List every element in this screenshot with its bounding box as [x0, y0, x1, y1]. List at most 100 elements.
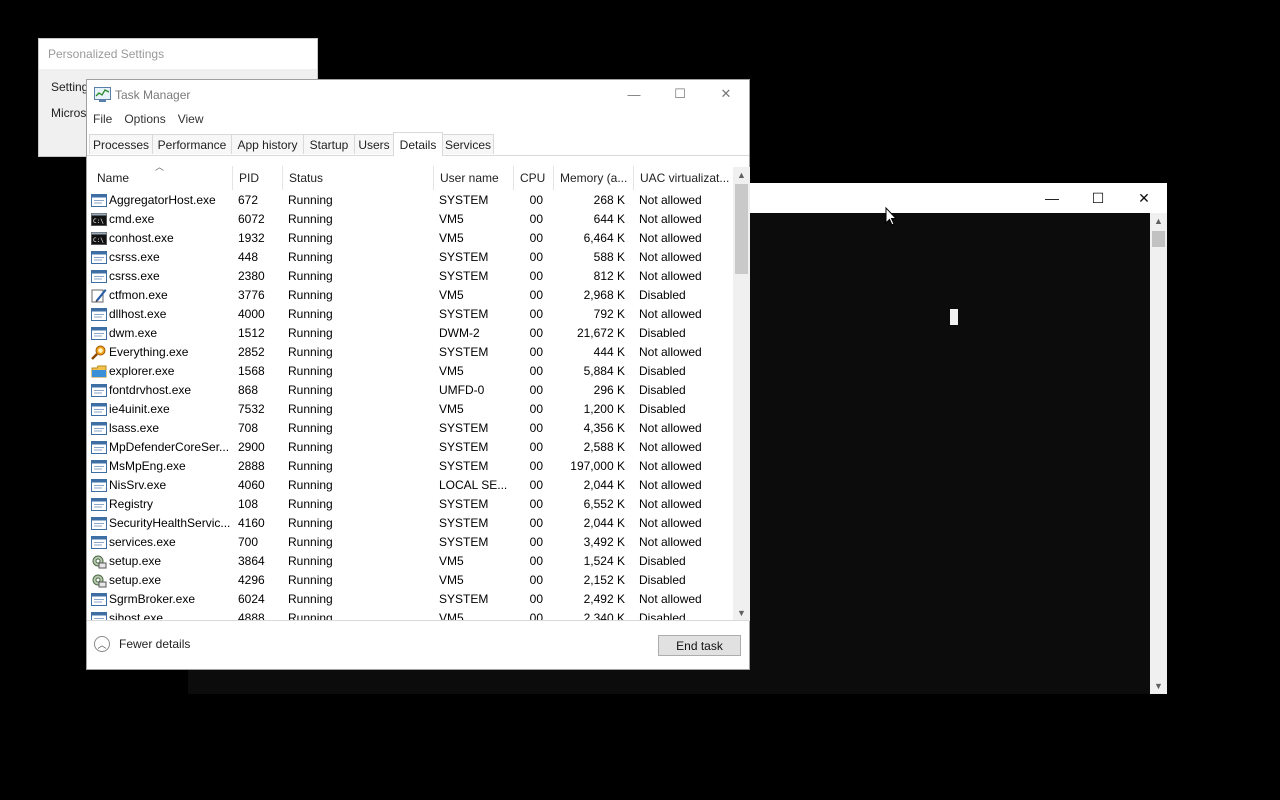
menu-file[interactable]: File	[87, 110, 118, 130]
table-row[interactable]: C:\ conhost.exe 1932 Running VM5 00 6,464 K Not…	[87, 229, 733, 248]
tab-processes[interactable]: Processes	[89, 134, 153, 154]
column-header-uac-virtualization[interactable]: UAC virtualizat...	[634, 166, 733, 190]
table-row[interactable]: Everything.exe 2852 Running SYSTEM 00 444 K No…	[87, 343, 733, 362]
process-user-name: SYSTEM	[439, 193, 489, 207]
scroll-down-arrow-icon[interactable]: ▼	[733, 605, 750, 621]
table-row[interactable]: fontdrvhost.exe 868 Running UMFD-0 00 296 K Di…	[87, 381, 733, 400]
table-row[interactable]: NisSrv.exe 4060 Running LOCAL SE... 00 2,044 …	[87, 476, 733, 495]
process-uac-virtualization: Disabled	[639, 326, 686, 340]
column-header-pid[interactable]: PID	[233, 166, 283, 190]
details-scroll-thumb[interactable]	[735, 184, 748, 274]
console-close-button[interactable]: ✕	[1121, 183, 1167, 213]
table-row[interactable]: SecurityHealthServic... 4160 Running SYSTEM…	[87, 514, 733, 533]
table-row[interactable]: csrss.exe 2380 Running SYSTEM 00 812 K Not all…	[87, 267, 733, 286]
process-cpu: 00	[529, 592, 543, 606]
details-process-list[interactable]: AggregatorHost.exe 672 Running SYSTEM 00 268 …	[87, 191, 733, 620]
process-status: Running	[288, 497, 333, 511]
process-cpu: 00	[529, 440, 543, 454]
menu-view[interactable]: View	[172, 110, 210, 130]
table-row[interactable]: sihost.exe 4888 Running VM5 00 2,340 K Disable…	[87, 609, 733, 620]
process-uac-virtualization: Not allowed	[639, 269, 702, 283]
tab-app-history[interactable]: App history	[231, 134, 304, 154]
tab-performance[interactable]: Performance	[152, 134, 232, 154]
table-row[interactable]: lsass.exe 708 Running SYSTEM 00 4,356 K Not al…	[87, 419, 733, 438]
table-row[interactable]: csrss.exe 448 Running SYSTEM 00 588 K Not allo…	[87, 248, 733, 267]
table-row[interactable]: ie4uinit.exe 7532 Running VM5 00 1,200 K Disab…	[87, 400, 733, 419]
process-cpu: 00	[529, 326, 543, 340]
tab-details[interactable]: Details	[393, 132, 443, 156]
process-name: setup.exe	[109, 573, 162, 587]
process-name: lsass.exe	[109, 421, 160, 435]
process-status: Running	[288, 478, 333, 492]
process-name: Everything.exe	[109, 345, 189, 359]
process-pid: 448	[238, 250, 259, 264]
process-memory: 1,524 K	[583, 554, 625, 568]
process-name: Registry	[109, 497, 154, 511]
process-memory: 588 K	[593, 250, 625, 264]
process-pid: 108	[238, 497, 259, 511]
column-header-status[interactable]: Status	[283, 166, 434, 190]
task-manager-maximize-button[interactable]: ☐	[657, 80, 703, 108]
task-manager-close-button[interactable]: ✕	[703, 80, 749, 108]
process-pid: 672	[238, 193, 259, 207]
process-uac-virtualization: Not allowed	[639, 345, 702, 359]
process-status: Running	[288, 402, 333, 416]
table-row[interactable]: Registry 108 Running SYSTEM 00 6,552 K Not all…	[87, 495, 733, 514]
generic-exe-icon	[91, 440, 107, 455]
console-scroll-down-arrow[interactable]: ▼	[1150, 678, 1167, 694]
console-scrollbar[interactable]: ▲ ▼	[1150, 213, 1167, 694]
task-manager-window[interactable]: Task Manager — ☐ ✕ File Options View Pro…	[86, 79, 750, 670]
process-name: sihost.exe	[109, 611, 164, 620]
process-memory: 6,552 K	[583, 497, 625, 511]
process-user-name: SYSTEM	[439, 497, 489, 511]
console-icon: C:\	[91, 212, 107, 227]
console-scroll-up-arrow[interactable]: ▲	[1150, 213, 1167, 229]
process-status: Running	[288, 421, 333, 435]
tab-users[interactable]: Users	[354, 134, 394, 154]
scroll-up-arrow-icon[interactable]: ▲	[733, 167, 750, 183]
table-row[interactable]: setup.exe 3864 Running VM5 00 1,524 K Disabled	[87, 552, 733, 571]
table-row[interactable]: services.exe 700 Running SYSTEM 00 3,492 K Not…	[87, 533, 733, 552]
process-status: Running	[288, 383, 333, 397]
details-vertical-scrollbar[interactable]: ▲ ▼	[733, 167, 750, 621]
table-row[interactable]: MsMpEng.exe 2888 Running SYSTEM 00 197,000 K N…	[87, 457, 733, 476]
tab-services[interactable]: Services	[442, 134, 494, 154]
table-row[interactable]: AggregatorHost.exe 672 Running SYSTEM 00 268 …	[87, 191, 733, 210]
table-row[interactable]: SgrmBroker.exe 6024 Running SYSTEM 00 2,492 K…	[87, 590, 733, 609]
chevron-up-circle-icon: ︿	[94, 636, 110, 652]
table-row[interactable]: ctfmon.exe 3776 Running VM5 00 2,968 K Disable…	[87, 286, 733, 305]
process-name: fontdrvhost.exe	[109, 383, 192, 397]
process-cpu: 00	[529, 364, 543, 378]
process-memory: 197,000 K	[570, 459, 625, 473]
table-row[interactable]: dwm.exe 1512 Running DWM-2 00 21,672 K Disable…	[87, 324, 733, 343]
table-row[interactable]: setup.exe 4296 Running VM5 00 2,152 K Disabled	[87, 571, 733, 590]
fewer-details-button[interactable]: ︿ Fewer details	[94, 636, 190, 652]
end-task-button[interactable]: End task	[658, 635, 741, 656]
process-user-name: VM5	[439, 364, 464, 378]
details-table-header: Name PID Status User name CPU Memory (a.…	[87, 166, 733, 190]
column-header-memory[interactable]: Memory (a...	[554, 166, 634, 190]
generic-exe-icon	[91, 326, 107, 341]
table-row[interactable]: explorer.exe 1568 Running VM5 00 5,884 K Disab…	[87, 362, 733, 381]
task-manager-titlebar[interactable]: Task Manager — ☐ ✕	[87, 80, 749, 110]
process-name: ctfmon.exe	[109, 288, 168, 302]
tab-startup[interactable]: Startup	[303, 134, 355, 154]
process-memory: 2,492 K	[583, 592, 625, 606]
folder-icon	[91, 364, 107, 379]
table-row[interactable]: C:\ cmd.exe 6072 Running VM5 00 644 K Not allow…	[87, 210, 733, 229]
generic-exe-icon	[91, 307, 107, 322]
process-user-name: SYSTEM	[439, 592, 489, 606]
process-name: explorer.exe	[109, 364, 175, 378]
column-header-cpu[interactable]: CPU	[514, 166, 554, 190]
column-header-user-name[interactable]: User name	[434, 166, 514, 190]
menu-options[interactable]: Options	[118, 110, 171, 130]
console-scroll-thumb[interactable]	[1152, 231, 1165, 247]
console-minimize-button[interactable]: —	[1029, 183, 1075, 213]
console-maximize-button[interactable]: ☐	[1075, 183, 1121, 213]
column-header-name[interactable]: Name	[91, 166, 233, 190]
table-row[interactable]: dllhost.exe 4000 Running SYSTEM 00 792 K Not a…	[87, 305, 733, 324]
mouse-pointer-icon	[885, 207, 897, 226]
table-row[interactable]: MpDefenderCoreSer... 2900 Running SYSTEM 00 2…	[87, 438, 733, 457]
process-name: SecurityHealthServic...	[109, 516, 231, 530]
task-manager-minimize-button[interactable]: —	[611, 80, 657, 108]
